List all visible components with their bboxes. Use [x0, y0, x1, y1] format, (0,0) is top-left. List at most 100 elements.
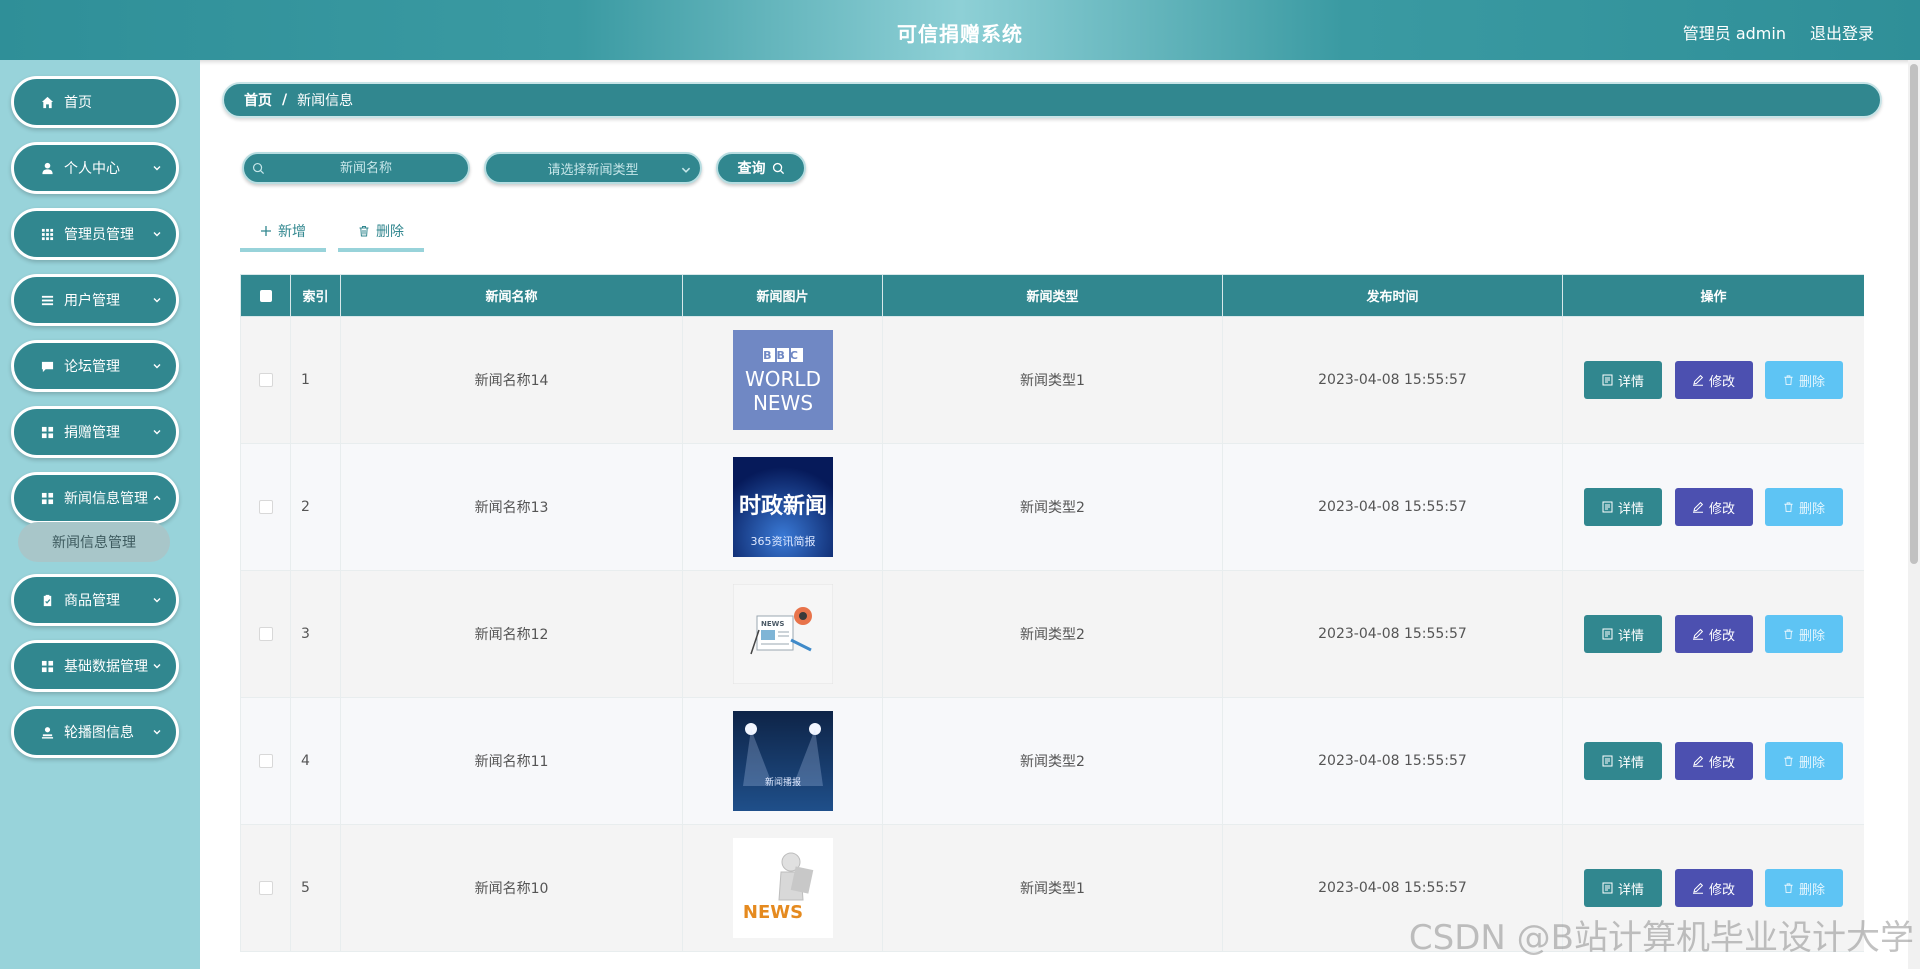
- sidebar-item-carousel-info[interactable]: 轮播图信息: [11, 706, 179, 758]
- news-name-input[interactable]: [244, 154, 468, 182]
- sidebar-item-admin-management[interactable]: 管理员管理: [11, 208, 179, 260]
- detail-button[interactable]: 详情: [1584, 742, 1663, 780]
- delete-button-label: 删除: [1798, 882, 1825, 898]
- detail-button[interactable]: 详情: [1584, 869, 1663, 907]
- action-bar: 新增 删除: [240, 214, 424, 252]
- sidebar-item-forum-management[interactable]: 论坛管理: [11, 340, 179, 392]
- column-header-image: 新闻图片: [682, 274, 883, 317]
- delete-button[interactable]: 删除: [1764, 615, 1843, 653]
- clipboard-icon: [40, 593, 54, 607]
- news-name-search-field[interactable]: [242, 152, 470, 184]
- row-checkbox[interactable]: [258, 627, 273, 641]
- chevron-down-icon: [153, 364, 161, 369]
- page-scrollbar[interactable]: [1908, 60, 1920, 969]
- sidebar-item-personal-center[interactable]: 个人中心: [11, 142, 179, 194]
- batch-delete-button-label: 删除: [376, 224, 404, 240]
- document-icon: [1602, 374, 1613, 386]
- news-thumbnail: 新闻播报: [732, 711, 833, 811]
- trash-icon: [1784, 502, 1793, 513]
- sidebar-item-news-management[interactable]: 新闻信息管理: [11, 472, 179, 524]
- search-bar: 请选择新闻类型 查询: [242, 152, 806, 184]
- sidebar-item-label: 管理员管理: [64, 227, 134, 243]
- news-type-select[interactable]: 请选择新闻类型: [484, 152, 702, 184]
- sidebar-item-basic-data-management[interactable]: 基础数据管理: [11, 640, 179, 692]
- person-icon: [40, 725, 54, 739]
- delete-button-label: 删除: [1798, 755, 1825, 771]
- row-index: 5: [290, 824, 341, 952]
- row-checkbox[interactable]: [258, 881, 273, 895]
- detail-button[interactable]: 详情: [1584, 488, 1663, 526]
- trash-icon: [1784, 883, 1793, 894]
- pencil-icon: [1692, 755, 1704, 767]
- document-icon: [1602, 628, 1613, 640]
- table-row: 2 新闻名称13 时政新闻 365资讯简报 新闻类型2 2023-04-08 1…: [240, 443, 1864, 571]
- select-all-header: [240, 274, 291, 317]
- table-row: 1 新闻名称14 BBC WORLD NEWS 新闻类型1 2023-04-08…: [240, 316, 1864, 444]
- row-index: 1: [290, 316, 341, 444]
- sidebar-item-user-management[interactable]: 用户管理: [11, 274, 179, 326]
- detail-button[interactable]: 详情: [1584, 615, 1663, 653]
- detail-button[interactable]: 详情: [1584, 361, 1663, 399]
- edit-button[interactable]: 修改: [1674, 615, 1753, 653]
- delete-button[interactable]: 删除: [1764, 361, 1843, 399]
- sidebar-item-goods-management[interactable]: 商品管理: [11, 574, 179, 626]
- edit-button[interactable]: 修改: [1674, 742, 1753, 780]
- row-checkbox-cell: [240, 570, 291, 698]
- select-all-checkbox[interactable]: [259, 289, 272, 302]
- row-news-image-cell: 新闻播报: [682, 697, 883, 825]
- edit-button[interactable]: 修改: [1674, 488, 1753, 526]
- edit-button-label: 修改: [1708, 882, 1735, 898]
- row-checkbox-cell: [240, 697, 291, 825]
- row-index: 3: [290, 570, 341, 698]
- row-checkbox[interactable]: [258, 754, 273, 768]
- edit-button[interactable]: 修改: [1674, 869, 1753, 907]
- delete-button-label: 删除: [1798, 501, 1825, 517]
- news-3d-text: NEWS: [742, 902, 802, 923]
- top-header: 可信捐赠系统 管理员 admin 退出登录: [0, 0, 1920, 60]
- row-checkbox[interactable]: [258, 500, 273, 514]
- edit-button-label: 修改: [1708, 755, 1735, 771]
- delete-button[interactable]: 删除: [1764, 742, 1843, 780]
- batch-delete-button[interactable]: 删除: [338, 214, 424, 252]
- row-news-name: 新闻名称10: [340, 824, 683, 952]
- row-index: 2: [290, 443, 341, 571]
- breadcrumb: 首页 / 新闻信息: [222, 82, 1882, 118]
- delete-button[interactable]: 删除: [1764, 869, 1843, 907]
- row-news-type: 新闻类型2: [882, 570, 1223, 698]
- add-button[interactable]: 新增: [240, 214, 326, 252]
- header-user-area: 管理员 admin 退出登录: [1683, 20, 1874, 44]
- detail-button-label: 详情: [1618, 755, 1645, 771]
- row-publish-time: 2023-04-08 15:55:57: [1222, 697, 1563, 825]
- row-news-image-cell: BBC WORLD NEWS: [682, 316, 883, 444]
- breadcrumb-home-link[interactable]: 首页: [244, 90, 272, 110]
- search-icon: [772, 162, 784, 174]
- chevron-down-icon: [153, 598, 161, 603]
- sidebar-item-label: 用户管理: [64, 293, 120, 309]
- news-thumbnail: 时政新闻 365资讯简报: [732, 457, 833, 557]
- news-illustration-image: NEWS: [732, 584, 833, 684]
- news-thumbnail: NEWS: [732, 584, 833, 684]
- row-news-name: 新闻名称14: [340, 316, 683, 444]
- chevron-down-icon: [153, 430, 161, 435]
- trash-icon: [1784, 756, 1793, 767]
- sidebar-item-label: 个人中心: [64, 161, 120, 177]
- delete-button-label: 删除: [1798, 628, 1825, 644]
- submenu-item-news-management[interactable]: 新闻信息管理: [18, 522, 170, 562]
- search-icon: [252, 162, 265, 175]
- document-icon: [1602, 882, 1613, 894]
- row-news-image-cell: 时政新闻 365资讯简报: [682, 443, 883, 571]
- edit-button[interactable]: 修改: [1674, 361, 1753, 399]
- logout-link[interactable]: 退出登录: [1810, 20, 1874, 44]
- list-icon: [40, 293, 54, 307]
- row-checkbox[interactable]: [258, 373, 273, 387]
- news-3d-figure-image: NEWS: [732, 838, 833, 938]
- delete-button[interactable]: 删除: [1764, 488, 1843, 526]
- row-news-image-cell: NEWS: [682, 570, 883, 698]
- row-news-type: 新闻类型2: [882, 697, 1223, 825]
- chevron-down-icon: [153, 664, 161, 669]
- scrollbar-thumb[interactable]: [1910, 64, 1918, 564]
- sidebar-item-donation-management[interactable]: 捐赠管理: [11, 406, 179, 458]
- sidebar-item-home[interactable]: 首页: [11, 76, 179, 128]
- query-button[interactable]: 查询: [716, 152, 806, 184]
- detail-button-label: 详情: [1618, 882, 1645, 898]
